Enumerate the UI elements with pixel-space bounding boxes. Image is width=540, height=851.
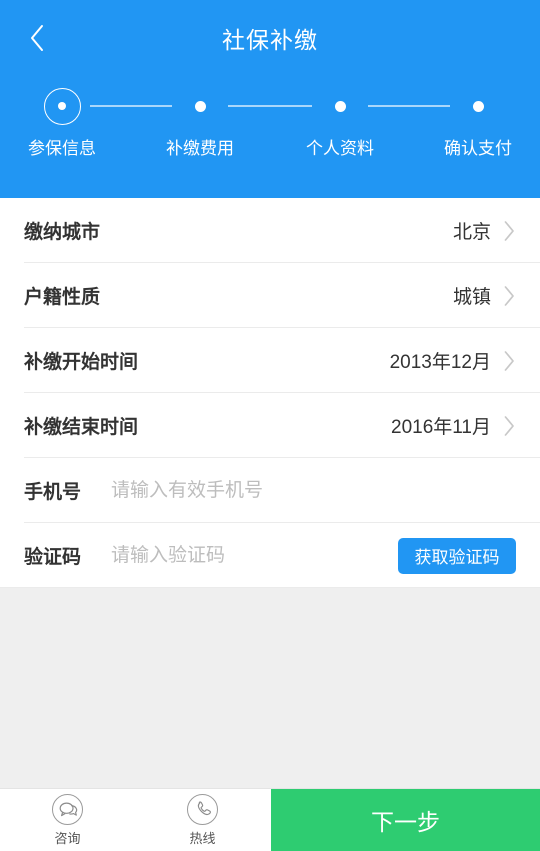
stepper-node-active-ring [43,87,81,125]
stepper-label-1[interactable]: 参保信息 [0,134,132,159]
progress-stepper: 参保信息 补缴费用 个人资料 确认支付 [0,76,540,198]
hotline-button[interactable]: 热线 [135,789,270,851]
hotline-label: 热线 [189,830,216,846]
verify-code-input[interactable] [111,540,398,571]
chevron-right-icon [502,219,516,243]
form-row-label: 户籍性质 [24,287,101,308]
consult-button[interactable]: 咨询 [0,789,135,851]
stepper-connector [368,105,450,107]
stepper-node-2[interactable] [170,76,230,136]
form-row-2[interactable]: 户籍性质 城镇 [0,263,540,328]
stepper-connector [228,105,312,107]
chevron-right-icon [502,349,516,373]
page-header: 社保补缴 参保信息 补缴费用 个人资料 确认支付 [0,0,540,198]
get-verify-code-button[interactable]: 获取验证码 [398,537,516,574]
stepper-node-dot [472,100,484,112]
form-row-label: 补缴结束时间 [24,417,139,438]
stepper-track [0,76,540,136]
phone-number-input[interactable] [111,475,516,506]
chevron-right-icon [502,284,516,308]
page-title: 社保补缴 [222,27,318,53]
form-row-value: 北京 [452,222,491,243]
form-row-6[interactable]: 验证码 获取验证码 [0,523,540,588]
stepper-node-dot [334,100,346,112]
stepper-node-dot [58,102,66,110]
stepper-node-1[interactable] [32,76,92,136]
stepper-node-4[interactable] [448,76,508,136]
stepper-node-dot [194,100,206,112]
form-row-3[interactable]: 补缴开始时间 2013年12月 [0,328,540,393]
stepper-connector [90,105,172,107]
form-row-label: 补缴开始时间 [24,352,139,373]
navigation-bar: 社保补缴 [0,0,540,76]
form-row-label: 缴纳城市 [24,222,101,243]
chat-bubbles-icon [52,793,83,825]
form-row-value: 2016年11月 [391,417,491,438]
chevron-right-icon [502,414,516,438]
form-row-1[interactable]: 缴纳城市 北京 [0,198,540,263]
form-row-value: 2013年12月 [389,352,491,373]
stepper-labels: 参保信息 补缴费用 个人资料 确认支付 [0,134,540,174]
bottom-action-bar: 咨询 热线 下一步 [0,788,540,851]
stepper-node-3[interactable] [310,76,370,136]
phone-icon [187,793,218,825]
stepper-label-2[interactable]: 补缴费用 [130,134,270,159]
form-row-value: 城镇 [452,287,491,308]
stepper-label-4[interactable]: 确认支付 [408,134,540,159]
form-row-label: 手机号 [24,482,82,503]
consult-label: 咨询 [54,830,81,846]
form-row-label: 验证码 [24,547,82,568]
form-card: 缴纳城市 北京户籍性质 城镇补缴开始时间 2013年12月补缴结束时间 2016年11月… [0,198,540,588]
form-row-4[interactable]: 补缴结束时间 2016年11月 [0,393,540,458]
form-row-5[interactable]: 手机号 [0,458,540,523]
stepper-label-3[interactable]: 个人资料 [270,134,410,159]
next-step-button[interactable]: 下一步 [271,789,540,851]
app-root: 社保补缴 参保信息 补缴费用 个人资料 确认支付 缴纳城市 北京户籍性质 城镇补缴开始时间… [0,0,540,851]
